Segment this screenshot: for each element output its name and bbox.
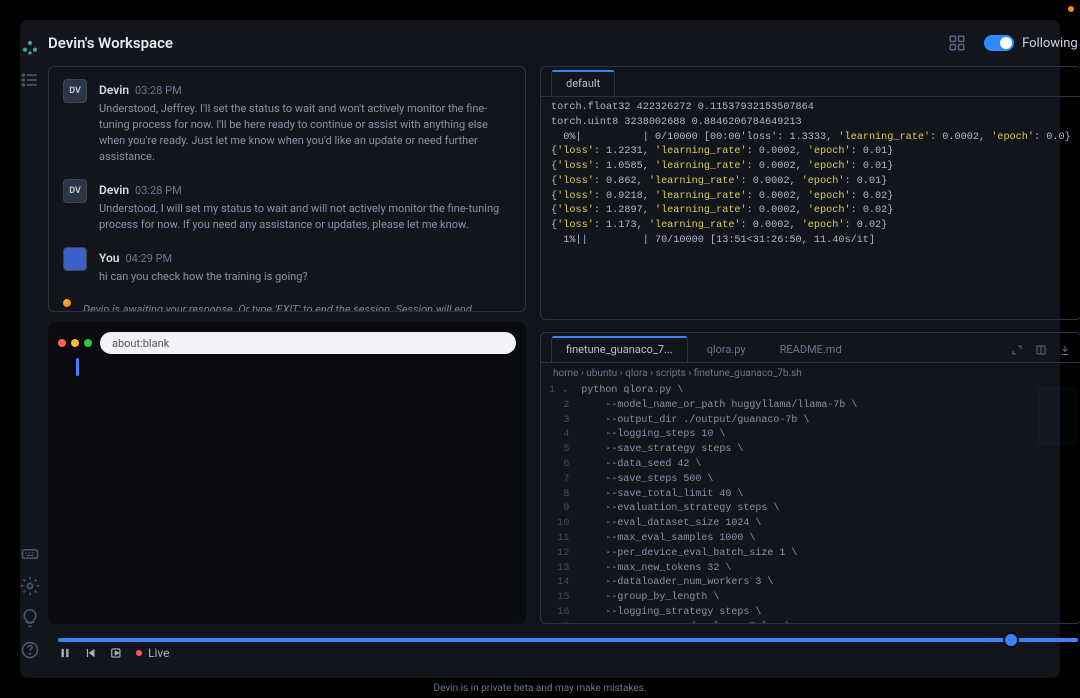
message-text: Understood, Jeffrey. I'll set the status… [99, 101, 511, 165]
avatar: DV [63, 79, 87, 103]
bulb-icon[interactable] [20, 608, 40, 628]
chat-active-indicator [76, 358, 79, 376]
breadcrumb[interactable]: home › ubuntu › qlora › scripts › finetu… [541, 363, 1080, 384]
terminal-output[interactable]: torch.float32 422326272 0.11537932153507… [541, 97, 1080, 319]
traffic-lights[interactable] [58, 339, 92, 347]
chat-message: DVDevin03:28 PMUnderstood, I will set my… [63, 179, 511, 233]
following-label: Following [1022, 36, 1078, 51]
editor-tab[interactable]: finetune_guanaco_7... [551, 336, 688, 362]
terminal-tabs: default [541, 67, 1080, 97]
columns-icon[interactable] [1035, 344, 1047, 356]
message-text: hi can you check how the training is goi… [99, 269, 308, 285]
skip-forward-icon[interactable] [110, 646, 124, 660]
terminal-panel: default torch.float32 422326272 0.115379… [540, 66, 1080, 320]
app-window: Devin's Workspace Following DVDevin03:28… [20, 20, 1060, 678]
sidebar [20, 20, 40, 678]
chat-panel: DVDevin03:28 PMUnderstood, Jeffrey. I'll… [48, 66, 526, 312]
help-icon[interactable] [20, 640, 40, 660]
keyboard-icon[interactable] [20, 544, 40, 564]
minimap[interactable] [1037, 386, 1077, 486]
workspace-title: Devin's Workspace [48, 34, 173, 52]
footer-disclaimer: Devin is in private beta and may make mi… [0, 683, 1080, 694]
chat-message: You04:29 PMhi can you check how the trai… [63, 247, 511, 285]
grid-icon[interactable] [948, 34, 966, 52]
window-status-dot [1068, 6, 1074, 12]
url-bar[interactable]: about:blank [100, 332, 516, 354]
editor-tab[interactable]: README.md [765, 336, 857, 362]
avatar [63, 247, 87, 271]
expand-icon[interactable] [1011, 344, 1023, 356]
download-icon[interactable] [1059, 344, 1071, 356]
timeline-thumb[interactable] [1005, 634, 1017, 646]
timeline-track[interactable] [58, 638, 1078, 642]
terminal-tab[interactable]: default [551, 70, 615, 96]
editor-tabs: finetune_guanaco_7...qlora.pyREADME.md [541, 333, 1080, 363]
gear-icon[interactable] [20, 576, 40, 596]
playback-bar: Live [40, 632, 1080, 678]
following-toggle[interactable] [984, 35, 1014, 51]
message-text: Understood, I will set my status to wait… [99, 201, 511, 233]
logo-icon [20, 38, 40, 58]
header: Devin's Workspace Following [40, 20, 1080, 66]
code-body[interactable]: 1 ⌄ 2 3 4 5 6 7 8 9 10 11 12 13 14 15 16… [541, 384, 1080, 623]
chat-message: Devin is awaiting your response. Or type… [63, 299, 511, 312]
main: Devin's Workspace Following DVDevin03:28… [40, 20, 1080, 678]
live-indicator[interactable]: Live [136, 646, 169, 660]
editor-panel: finetune_guanaco_7...qlora.pyREADME.md h… [540, 332, 1080, 624]
avatar [63, 299, 71, 307]
list-icon[interactable] [20, 70, 40, 90]
message-text: Devin is awaiting your response. Or type… [83, 302, 511, 312]
skip-back-icon[interactable] [84, 646, 98, 660]
browser-panel: about:blank [48, 322, 526, 624]
avatar: DV [63, 179, 87, 203]
pause-icon[interactable] [58, 646, 72, 660]
editor-tab[interactable]: qlora.py [692, 336, 761, 362]
chat-message: DVDevin03:28 PMUnderstood, Jeffrey. I'll… [63, 79, 511, 165]
